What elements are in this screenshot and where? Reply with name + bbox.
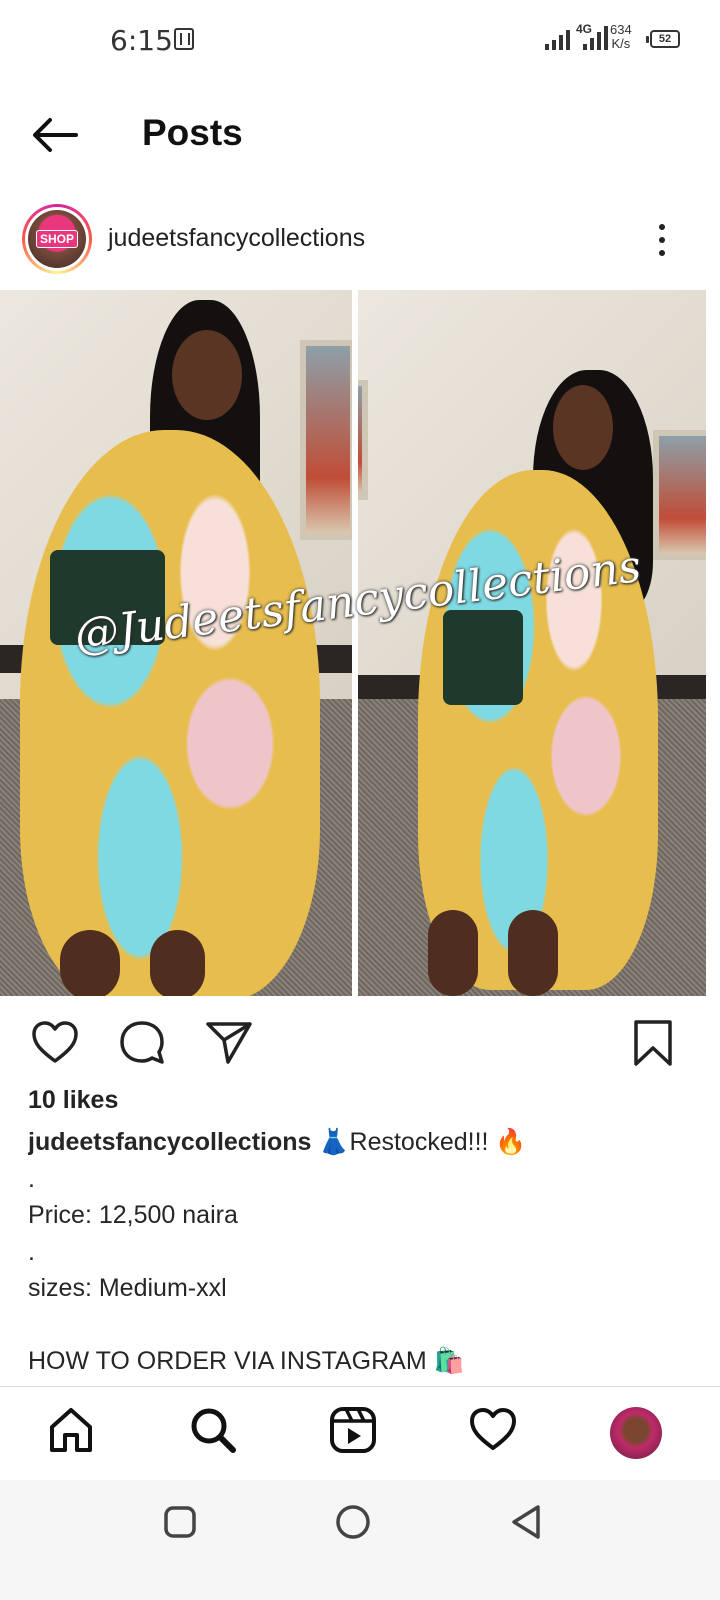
home-icon	[50, 1408, 92, 1452]
comment-icon	[120, 1021, 164, 1064]
nav-profile-avatar[interactable]	[610, 1407, 662, 1459]
post-photo-right	[358, 290, 706, 996]
nav-home-button[interactable]	[46, 1405, 96, 1455]
post-caption: judeetsfancycollections 👗Restocked!!! 🔥 …	[28, 1124, 698, 1386]
more-vertical-icon	[659, 224, 665, 230]
back-system-button[interactable]	[506, 1502, 546, 1542]
save-button[interactable]	[628, 1018, 678, 1068]
like-button[interactable]	[30, 1018, 80, 1068]
post-actions	[0, 1010, 720, 1074]
media-notification-icon	[174, 28, 194, 50]
back-button[interactable]	[30, 114, 80, 156]
caption-line: HOW TO ORDER VIA INSTAGRAM 🛍️	[28, 1347, 465, 1375]
post-image[interactable]: @Judeetsfancycollections	[0, 290, 720, 996]
more-options-button[interactable]	[650, 220, 674, 260]
nav-reels-button[interactable]	[328, 1405, 378, 1455]
home-circle-icon	[336, 1505, 370, 1539]
caption-first-line: 👗Restocked!!! 🔥	[318, 1128, 527, 1156]
post-author-avatar[interactable]: SHOP	[22, 204, 92, 274]
network-speed-value: 634	[610, 22, 632, 37]
nav-search-button[interactable]	[188, 1405, 238, 1455]
bottom-navigation	[0, 1386, 720, 1478]
nav-activity-button[interactable]	[468, 1405, 518, 1455]
page-title: Posts	[142, 112, 243, 153]
heart-icon	[32, 1021, 78, 1063]
caption-line: Price: 12,500 naira	[28, 1201, 238, 1229]
search-icon	[191, 1408, 236, 1453]
signal-strength-icon	[545, 24, 570, 50]
arrow-left-icon	[33, 118, 78, 152]
share-button[interactable]	[204, 1018, 254, 1068]
recents-square-icon	[164, 1506, 196, 1538]
status-bar: 6:15 4G 634 K/s 52	[0, 0, 720, 80]
caption-line	[28, 1307, 698, 1344]
caption-line: .	[28, 1164, 35, 1193]
signal-strength-icon-2	[583, 24, 608, 50]
caption-line: .	[28, 1237, 35, 1266]
status-time: 6:15	[110, 24, 173, 57]
back-triangle-icon	[512, 1505, 540, 1539]
system-navigation-bar	[0, 1480, 720, 1600]
network-speed: 634 K/s	[610, 23, 632, 51]
battery-icon: 52	[646, 30, 680, 48]
avatar-shop-badge: SHOP	[35, 230, 78, 248]
reels-icon	[330, 1407, 376, 1453]
heart-icon	[470, 1408, 516, 1450]
send-icon	[206, 1022, 252, 1064]
network-speed-unit: K/s	[611, 36, 631, 51]
bookmark-icon	[634, 1020, 672, 1066]
likes-count[interactable]: 10 likes	[28, 1086, 118, 1115]
top-app-bar: Posts	[0, 100, 720, 170]
comment-button[interactable]	[118, 1018, 168, 1068]
caption-line: sizes: Medium-xxl	[28, 1274, 227, 1302]
recents-button[interactable]	[160, 1502, 200, 1542]
home-system-button[interactable]	[333, 1502, 373, 1542]
post-author-username[interactable]: judeetsfancycollections	[108, 224, 365, 253]
post-header: SHOP judeetsfancycollections	[0, 200, 720, 280]
caption-username[interactable]: judeetsfancycollections	[28, 1128, 311, 1156]
